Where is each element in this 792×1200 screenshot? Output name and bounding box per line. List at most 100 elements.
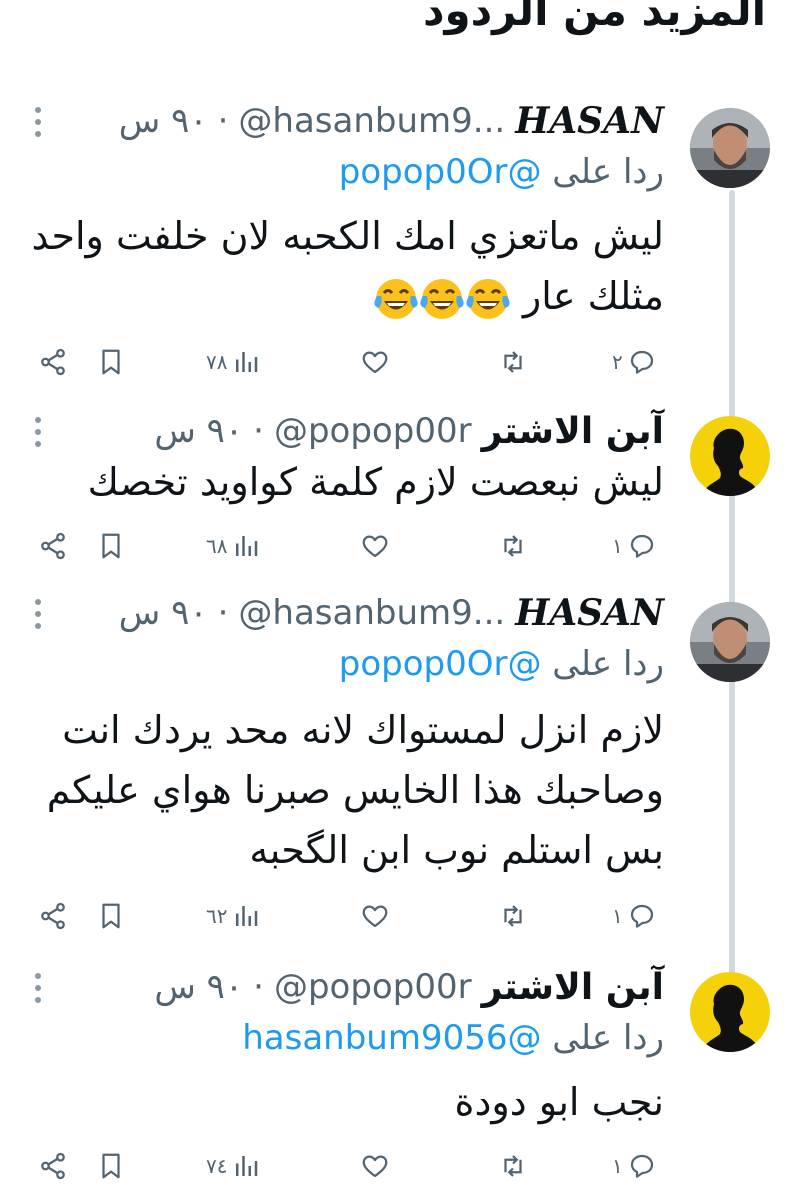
reply-count: ١ — [612, 1154, 623, 1178]
bookmark-button[interactable] — [96, 526, 126, 566]
display-name[interactable]: HASAN — [515, 592, 664, 634]
bookmark-button[interactable] — [96, 342, 126, 382]
heart-icon — [362, 905, 388, 928]
views-button[interactable]: ٦٨ — [206, 526, 261, 566]
reply-to-mention[interactable]: @popop0Or — [339, 152, 542, 192]
face-with-tears-of-joy-icon — [420, 278, 464, 319]
views-button[interactable]: ٧٨ — [206, 342, 261, 382]
share-icon — [41, 532, 65, 560]
reply-button[interactable]: ١ — [612, 526, 657, 566]
user-handle[interactable]: @popop00r — [274, 967, 472, 1007]
more-options-icon[interactable] — [30, 410, 46, 454]
tweet-header: آبن الاشتر @popop00r · ٩٠ س — [70, 408, 664, 454]
reply-icon — [630, 1154, 653, 1178]
reply-to-prefix: ردا على — [552, 1018, 664, 1058]
like-button[interactable] — [360, 1146, 394, 1186]
action-bar: ١ ٧٤ — [0, 1146, 792, 1186]
action-bar: ١ ٦٨ — [0, 526, 792, 566]
avatar[interactable] — [690, 972, 770, 1052]
more-options-icon[interactable] — [30, 100, 46, 144]
reply-count: ١ — [612, 534, 623, 558]
separator-dot: · — [217, 101, 229, 141]
share-icon — [41, 348, 65, 376]
reply-button[interactable]: ١ — [612, 1146, 657, 1186]
tweet-text: ليش نبعصت لازم كلمة كواويد تخصك — [87, 460, 664, 504]
like-button[interactable] — [360, 896, 394, 936]
user-handle[interactable]: @hasanbum9... — [238, 101, 505, 141]
avatar[interactable] — [690, 108, 770, 188]
separator-dot: · — [217, 593, 229, 633]
heart-icon — [362, 1155, 388, 1178]
tweet-text: نجب ابو دودة — [454, 1080, 664, 1124]
share-icon — [41, 1152, 65, 1180]
separator-dot: · — [253, 967, 264, 1007]
views-button[interactable]: ٧٤ — [206, 1146, 261, 1186]
bookmark-button[interactable] — [96, 1146, 126, 1186]
display-name[interactable]: آبن الاشتر — [482, 967, 664, 1008]
views-count: ٦٨ — [206, 534, 228, 558]
reply-to-line: ردا على @popop0Or — [339, 644, 664, 688]
timestamp[interactable]: ٩٠ س — [119, 593, 208, 633]
user-handle[interactable]: @hasanbum9... — [238, 593, 505, 633]
views-count: ٦٢ — [206, 904, 228, 928]
bookmark-icon — [102, 903, 120, 929]
tweet-header: HASAN @hasanbum9... · ٩٠ س — [70, 590, 664, 636]
retweet-button[interactable] — [498, 526, 528, 566]
views-chart-icon — [236, 352, 258, 372]
share-button[interactable] — [38, 896, 68, 936]
reply-count: ١ — [612, 904, 623, 928]
emoji-group — [373, 274, 523, 319]
views-count: ٧٤ — [206, 1154, 228, 1178]
avatar[interactable] — [690, 416, 770, 496]
reply-count: ٢ — [612, 350, 623, 374]
like-button[interactable] — [360, 342, 394, 382]
share-button[interactable] — [38, 526, 68, 566]
views-button[interactable]: ٦٢ — [206, 896, 261, 936]
thread-connector-line — [729, 190, 735, 980]
tweet-header: آبن الاشتر @popop00r · ٩٠ س — [70, 964, 664, 1010]
timestamp[interactable]: ٩٠ س — [119, 101, 208, 141]
section-title: المزيد من الردود — [422, 0, 766, 35]
more-options-icon[interactable] — [30, 966, 46, 1010]
bookmark-icon — [102, 1153, 120, 1179]
reply-button[interactable]: ١ — [612, 896, 657, 936]
face-with-tears-of-joy-icon — [466, 278, 510, 319]
reply-to-prefix: ردا على — [552, 644, 664, 684]
retweet-icon — [504, 535, 522, 557]
retweet-icon — [504, 1155, 522, 1177]
retweet-icon — [504, 351, 522, 373]
face-with-tears-of-joy-icon — [374, 278, 418, 319]
retweet-button[interactable] — [498, 896, 528, 936]
views-chart-icon — [236, 536, 258, 556]
action-bar: ٢ ٧٨ — [0, 342, 792, 382]
user-handle[interactable]: @popop00r — [274, 411, 472, 451]
avatar[interactable] — [690, 602, 770, 682]
timestamp[interactable]: ٩٠ س — [154, 967, 243, 1007]
reply-to-mention[interactable]: @popop0Or — [339, 644, 542, 684]
like-button[interactable] — [360, 526, 394, 566]
timestamp[interactable]: ٩٠ س — [154, 411, 243, 451]
tweet-text-body: ليش ماتعزي امك الكحبه لان خلفت واحد مثلك… — [31, 214, 664, 318]
tweet-header: HASAN @hasanbum9... · ٩٠ س — [70, 98, 664, 144]
bookmark-icon — [102, 533, 120, 559]
views-chart-icon — [236, 906, 258, 926]
display-name[interactable]: آبن الاشتر — [482, 411, 664, 452]
action-bar: ١ ٦٢ — [0, 896, 792, 936]
heart-icon — [362, 535, 388, 558]
tweet-text: ليش ماتعزي امك الكحبه لان خلفت واحد مثلك… — [24, 206, 664, 326]
reply-to-line: ردا على @popop0Or — [339, 152, 664, 196]
reply-to-mention[interactable]: @hasanbum9056 — [242, 1018, 541, 1058]
retweet-button[interactable] — [498, 342, 528, 382]
reply-to-prefix: ردا على — [552, 152, 664, 192]
reply-button[interactable]: ٢ — [612, 342, 657, 382]
more-options-icon[interactable] — [30, 592, 46, 636]
share-button[interactable] — [38, 342, 68, 382]
bookmark-icon — [102, 349, 120, 375]
bookmark-button[interactable] — [96, 896, 126, 936]
retweet-button[interactable] — [498, 1146, 528, 1186]
heart-icon — [362, 351, 388, 374]
share-button[interactable] — [38, 1146, 68, 1186]
tweet-text: لازم انزل لمستواك لانه محد يردك انت وصاح… — [46, 708, 664, 872]
reply-icon — [630, 350, 653, 374]
display-name[interactable]: HASAN — [515, 100, 664, 142]
